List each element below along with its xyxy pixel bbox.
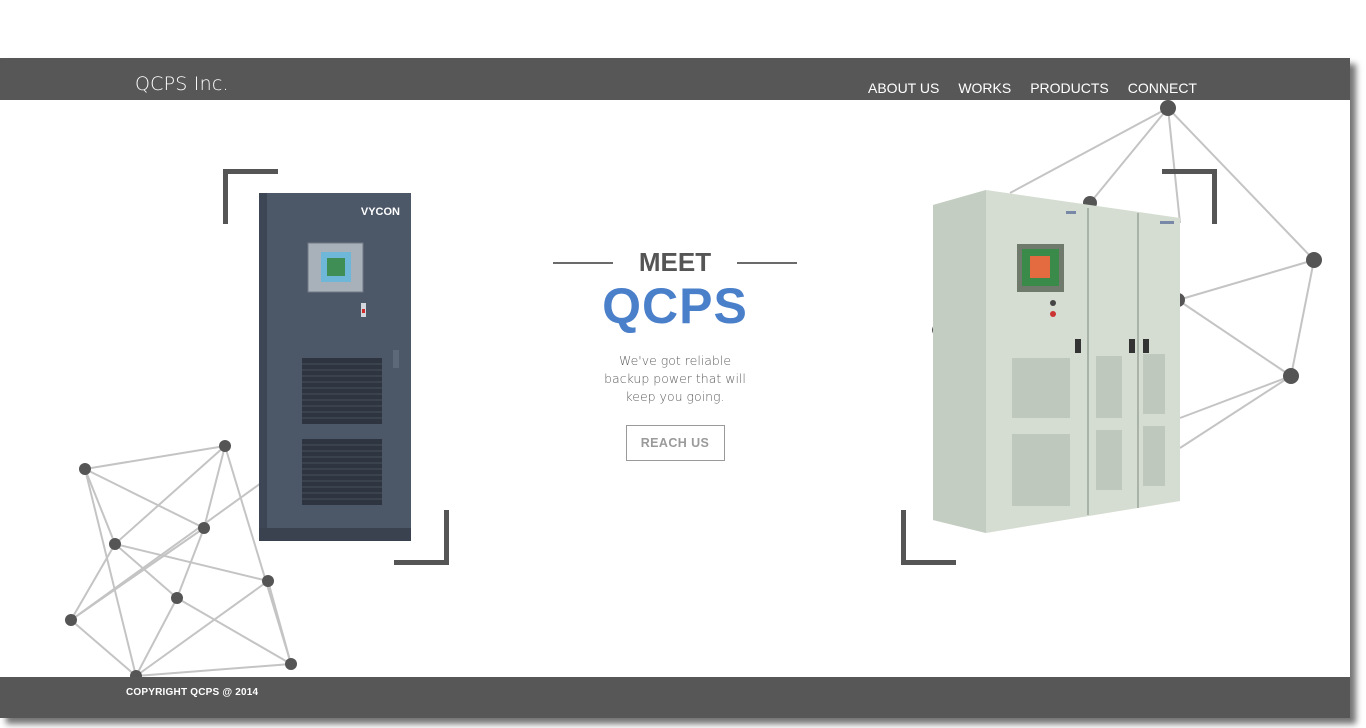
header-bar: QCPS Inc. ABOUT US WORKS PRODUCTS CONNEC… bbox=[0, 58, 1350, 100]
footer-bar: COPYRIGHT QCPS @ 2014 bbox=[0, 677, 1350, 718]
main-nav: ABOUT US WORKS PRODUCTS CONNECT bbox=[868, 80, 1197, 96]
meet-heading: MEET bbox=[638, 247, 712, 277]
hero-tagline: We've got reliable backup power that wil… bbox=[604, 353, 746, 404]
bracket-top-left bbox=[223, 169, 278, 224]
divider-left bbox=[553, 262, 613, 264]
nav-products[interactable]: PRODUCTS bbox=[1030, 80, 1109, 96]
hero-section: MEET QCPS We've got reliable backup powe… bbox=[553, 248, 797, 461]
reach-us-button[interactable]: REACH US bbox=[625, 425, 725, 461]
nav-works[interactable]: WORKS bbox=[958, 80, 1011, 96]
bracket-top-right bbox=[1162, 169, 1217, 224]
nav-about-us[interactable]: ABOUT US bbox=[868, 80, 939, 96]
copyright-text: COPYRIGHT QCPS @ 2014 bbox=[126, 687, 259, 698]
brand-logo[interactable]: QCPS Inc. bbox=[135, 73, 229, 95]
bracket-bottom-left bbox=[901, 510, 956, 565]
divider-right bbox=[737, 262, 797, 264]
page-frame: VYCON QCPS Inc. ABOUT US WORKS PRODUCTS … bbox=[0, 58, 1350, 718]
meet-heading-row: MEET bbox=[553, 248, 797, 276]
hero-title: QCPS bbox=[602, 278, 748, 334]
bracket-bottom-right bbox=[394, 510, 449, 565]
nav-connect[interactable]: CONNECT bbox=[1128, 80, 1197, 96]
